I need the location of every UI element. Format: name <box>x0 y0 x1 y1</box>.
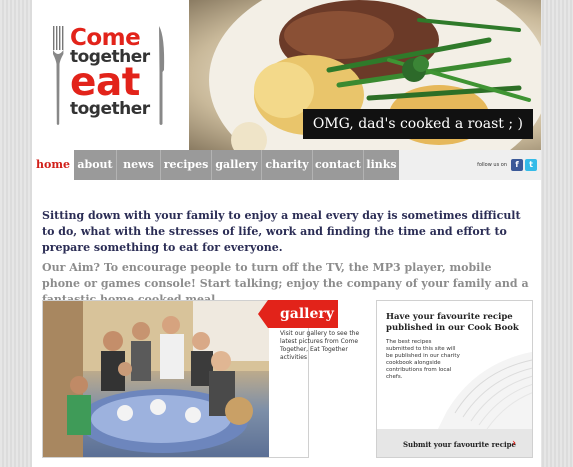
family-photo[interactable] <box>43 301 269 457</box>
logo[interactable]: Come together eat together <box>32 0 189 150</box>
nav-item-links[interactable]: links <box>364 150 399 180</box>
logo-word-together: together <box>70 99 150 119</box>
intro-text: Sitting down with your family to enjoy a… <box>42 209 521 254</box>
nav-item-recipes[interactable]: recipes <box>161 150 211 180</box>
chevron-right-icon[interactable]: › <box>512 439 516 449</box>
logo-word-come: Come <box>70 25 141 51</box>
main-nav: home about news recipes gallery charity … <box>32 150 541 180</box>
logo-text: Come together eat together <box>70 25 160 119</box>
fork-icon <box>53 26 64 125</box>
logo-word-eat: eat <box>70 60 140 105</box>
gallery-title-tab[interactable]: gallery <box>258 300 338 328</box>
hero-image: OMG, dad's cooked a roast ; ) <box>189 0 541 150</box>
family-photo-illustration <box>43 301 269 457</box>
hero-caption: OMG, dad's cooked a roast ; ) <box>302 109 533 139</box>
knife-icon <box>159 26 165 125</box>
nav-item-home[interactable]: home <box>32 150 74 180</box>
nav-item-about[interactable]: about <box>74 150 116 180</box>
cookbook-panel[interactable]: Have your favourite recipe published in … <box>376 300 533 458</box>
page-container: Come together eat together OMG, dad's co… <box>32 0 541 467</box>
nav-item-gallery[interactable]: gallery <box>212 150 261 180</box>
twitter-icon[interactable]: t <box>525 159 537 171</box>
facebook-icon[interactable]: f <box>511 159 523 171</box>
header: Come together eat together OMG, dad's co… <box>32 0 541 150</box>
book-image <box>437 352 532 431</box>
cookbook-title: Have your favourite recipe published in … <box>386 312 519 333</box>
nav-item-contact[interactable]: contact <box>313 150 363 180</box>
follow-us-label: follow us on <box>477 162 507 168</box>
nav-item-news[interactable]: news <box>117 150 160 180</box>
gallery-description: Visit our gallery to see the latest pict… <box>280 330 360 361</box>
nav-item-charity[interactable]: charity <box>262 150 312 180</box>
submit-recipe-link[interactable]: Submit your favourite recipe <box>403 440 516 449</box>
